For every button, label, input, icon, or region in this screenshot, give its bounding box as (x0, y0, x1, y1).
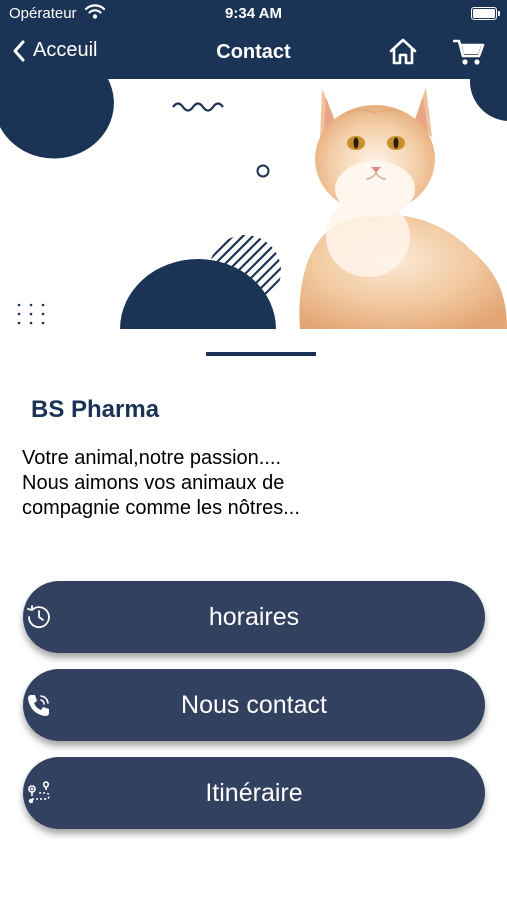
back-label: Acceuil (33, 39, 98, 61)
decor-shape (0, 79, 114, 159)
cat-illustration (299, 87, 507, 329)
back-button[interactable]: Acceuil (12, 39, 97, 62)
contact-button[interactable]: Nous contact (23, 669, 485, 741)
hours-button[interactable]: horaires (23, 581, 485, 653)
cart-icon (452, 39, 485, 65)
cart-button[interactable] (452, 37, 485, 67)
section-divider (206, 352, 316, 356)
hours-button-label: horaires (208, 602, 300, 631)
nav-bar: Acceuil Contact (0, 30, 507, 76)
clock-time: 9:34 AM (225, 5, 282, 22)
contact-button-label: Nous contact (181, 690, 327, 719)
decor-ring (256, 164, 270, 178)
decor-shape (469, 79, 507, 121)
business-tagline: Votre animal,notre passion.... Nous aimo… (22, 447, 300, 519)
home-button[interactable] (388, 37, 418, 67)
battery-icon (471, 7, 500, 20)
directions-button-label: Itinéraire (205, 778, 303, 807)
banner-image (0, 79, 507, 329)
business-name: BS Pharma (31, 396, 160, 423)
directions-button[interactable]: Itinéraire (23, 757, 485, 829)
decor-semicircle (120, 259, 276, 329)
home-icon (389, 38, 417, 65)
top-header: Opérateur 9:34 AM Acceuil Contact (0, 0, 507, 79)
decor-dots (17, 303, 45, 325)
chevron-left-icon (13, 40, 25, 61)
status-bar: Opérateur 9:34 AM (0, 0, 507, 28)
decor-wave (172, 102, 224, 112)
